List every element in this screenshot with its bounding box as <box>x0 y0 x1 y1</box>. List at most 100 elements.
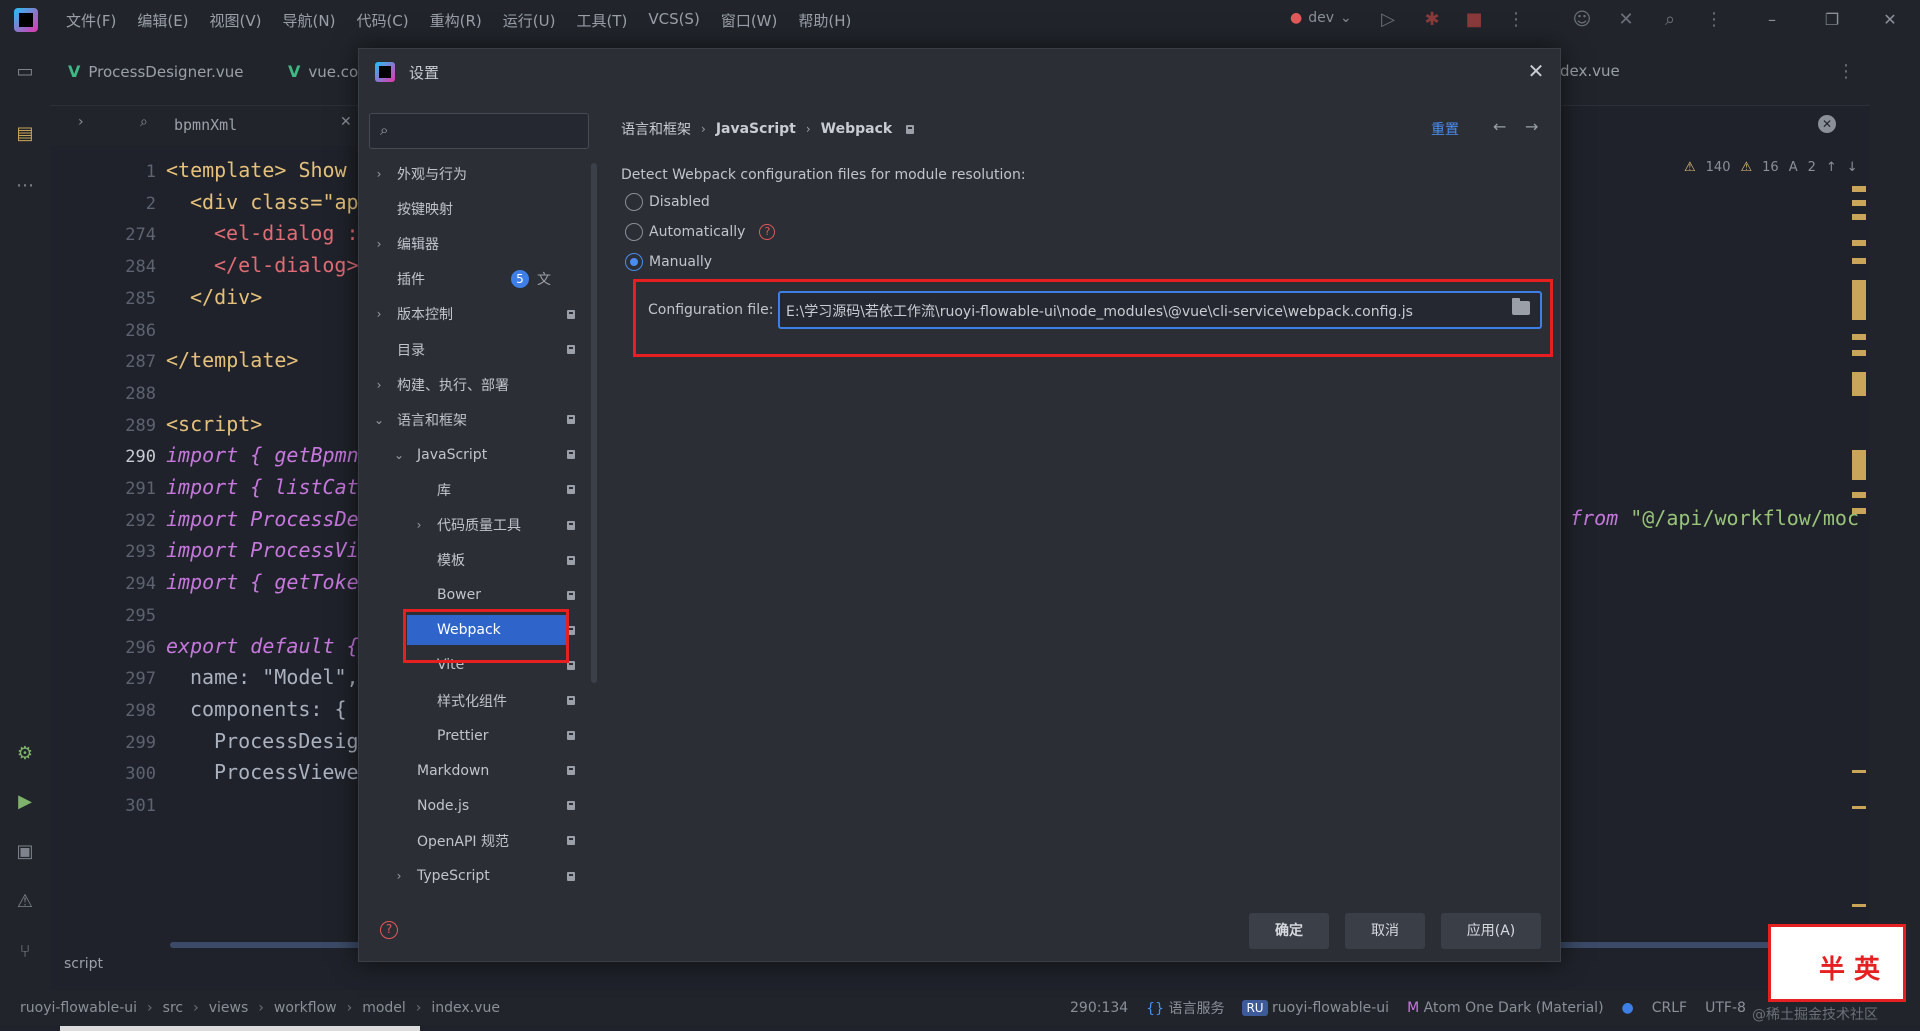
chevron-right-icon[interactable]: › <box>393 869 405 883</box>
status-dot-icon[interactable]: ● <box>1622 1000 1634 1016</box>
tree-item[interactable]: 插件 5 文 <box>359 264 591 294</box>
language-services[interactable]: {} 语言服务 <box>1146 998 1224 1018</box>
radio-button[interactable] <box>625 193 643 211</box>
problems-icon[interactable]: ⚠ <box>13 890 37 914</box>
radio-disabled[interactable]: Disabled <box>625 193 710 211</box>
expand-icon[interactable]: › <box>78 114 84 130</box>
menu-code[interactable]: 代码(C) <box>356 10 408 31</box>
chevron-right-icon[interactable]: › <box>373 378 385 392</box>
close-icon[interactable]: ✕ <box>1524 59 1548 83</box>
crumb-views[interactable]: views <box>209 1000 249 1016</box>
tab-vue-config[interactable]: V vue.co <box>288 62 358 81</box>
line-separator[interactable]: CRLF <box>1652 1000 1687 1016</box>
crumb-workflow[interactable]: workflow <box>274 1000 337 1016</box>
settings-search-box[interactable]: ⌕ <box>369 113 589 149</box>
menu-window[interactable]: 窗口(W) <box>721 10 778 31</box>
prev-problem-icon[interactable]: ↑ <box>1826 160 1837 175</box>
theme-widget[interactable]: M Atom One Dark (Material) <box>1407 1000 1603 1016</box>
tree-item[interactable]: › 构建、执行、部署 <box>359 370 591 400</box>
tools-icon[interactable]: ✕ <box>1614 8 1638 32</box>
stop-icon[interactable]: ■ <box>1462 8 1486 32</box>
debug-icon[interactable]: ✱ <box>1420 8 1444 32</box>
breadcrumb-item[interactable]: JavaScript <box>716 121 796 137</box>
chevron-right-icon[interactable]: › <box>373 237 385 251</box>
breadcrumb-item[interactable]: 语言和框架 <box>621 119 691 139</box>
radio-automatically[interactable]: Automatically ? <box>625 223 776 241</box>
tree-item[interactable]: Vite <box>359 650 591 680</box>
radio-manually[interactable]: Manually <box>625 253 712 271</box>
dialog-title-bar[interactable]: 设置 ✕ <box>359 49 1560 95</box>
crumb-model[interactable]: model <box>362 1000 406 1016</box>
run-config-selector[interactable]: ● dev ⌄ <box>1290 10 1352 26</box>
menu-run[interactable]: 运行(U) <box>503 10 556 31</box>
minimize-icon[interactable]: – <box>1760 8 1784 32</box>
tree-item[interactable]: 库 <box>359 475 591 505</box>
help-icon[interactable]: ? <box>759 224 776 240</box>
close-window-icon[interactable]: ✕ <box>1878 8 1902 32</box>
close-find-icon[interactable]: ✕ <box>340 114 352 130</box>
chevron-right-icon[interactable]: › <box>373 167 385 181</box>
tree-item[interactable]: ⌄ 语言和框架 <box>359 405 591 435</box>
tab-process-designer[interactable]: V ProcessDesigner.vue <box>68 62 243 81</box>
tree-item[interactable]: OpenAPI 规范 <box>359 826 591 856</box>
tree-item[interactable]: › 外观与行为 <box>359 159 591 189</box>
caret-position[interactable]: 290:134 <box>1070 1000 1128 1016</box>
git-icon[interactable]: ⑂ <box>13 940 37 964</box>
close-circle-icon[interactable]: ✕ <box>1818 115 1836 133</box>
tree-item[interactable]: 样式化组件 <box>359 686 591 716</box>
project-icon[interactable]: ▭ <box>13 60 37 84</box>
menu-help[interactable]: 帮助(H) <box>798 10 851 31</box>
menu-navigate[interactable]: 导航(N) <box>283 10 336 31</box>
tree-item[interactable]: 按键映射 <box>359 194 591 224</box>
menu-tools[interactable]: 工具(T) <box>576 10 627 31</box>
tab-menu-icon[interactable]: ⋮ <box>1834 60 1858 84</box>
crumb-project[interactable]: ruoyi-flowable-ui <box>20 1000 137 1016</box>
help-icon[interactable]: ? <box>380 921 398 939</box>
search-icon[interactable]: ⌕ <box>1658 8 1682 32</box>
next-problem-icon[interactable]: ↓ <box>1847 160 1858 175</box>
find-input[interactable]: bpmnXml <box>174 116 237 134</box>
crumb-src[interactable]: src <box>163 1000 183 1016</box>
menu-file[interactable]: 文件(F) <box>66 10 116 31</box>
more-tools-icon[interactable]: ⋯ <box>13 174 37 198</box>
project-switcher[interactable]: RU ruoyi-flowable-ui <box>1242 1000 1389 1016</box>
breadcrumb-script[interactable]: script <box>64 956 103 972</box>
reset-link[interactable]: 重置 <box>1431 119 1459 139</box>
tree-item[interactable]: ⌄ JavaScript <box>359 440 591 470</box>
tree-item[interactable]: › 编辑器 <box>359 229 591 259</box>
radio-button[interactable] <box>625 223 643 241</box>
chevron-down-icon[interactable]: ⌄ <box>393 448 405 462</box>
crumb-file[interactable]: index.vue <box>431 1000 500 1016</box>
config-file-input[interactable] <box>786 299 1486 323</box>
run-tool-icon[interactable]: ▶ <box>13 790 37 814</box>
config-file-field[interactable] <box>778 291 1542 329</box>
chevron-right-icon[interactable]: › <box>373 307 385 321</box>
restore-icon[interactable]: ❐ <box>1820 8 1844 32</box>
more-icon[interactable]: ⋮ <box>1504 8 1528 32</box>
collab-icon[interactable]: ☺ <box>1570 8 1594 32</box>
settings-search-input[interactable] <box>400 118 580 144</box>
tree-item[interactable]: › TypeScript <box>359 861 591 891</box>
tree-item[interactable]: › 版本控制 <box>359 299 591 329</box>
tree-item[interactable]: Markdown <box>359 756 591 786</box>
tree-item[interactable]: Webpack <box>407 615 575 646</box>
tree-scrollbar[interactable] <box>591 163 597 683</box>
tab-index-vue[interactable]: dex.vue <box>1560 62 1620 80</box>
file-encoding[interactable]: UTF-8 <box>1705 1000 1746 1016</box>
cancel-button[interactable]: 取消 <box>1345 913 1425 949</box>
tree-item[interactable]: Bower <box>359 580 591 610</box>
problems-indicator[interactable]: ⚠ 140 ⚠ 16 A 2 ↑ ↓ <box>1684 160 1858 175</box>
tree-item[interactable]: 目录 <box>359 335 591 365</box>
run-icon[interactable]: ▷ <box>1376 8 1400 32</box>
menu-refactor[interactable]: 重构(R) <box>430 10 482 31</box>
back-arrow-icon[interactable]: ← <box>1493 117 1506 136</box>
tree-item[interactable]: Prettier <box>359 721 591 751</box>
chevron-down-icon[interactable]: ⌄ <box>373 413 385 427</box>
chevron-right-icon[interactable]: › <box>413 518 425 532</box>
tree-item[interactable]: Node.js <box>359 791 591 821</box>
menu-view[interactable]: 视图(V) <box>210 10 262 31</box>
tree-item[interactable]: › 代码质量工具 <box>359 510 591 540</box>
apply-button[interactable]: 应用(A) <box>1441 913 1541 949</box>
terminal-icon[interactable]: ▣ <box>13 840 37 864</box>
forward-arrow-icon[interactable]: → <box>1525 117 1538 136</box>
